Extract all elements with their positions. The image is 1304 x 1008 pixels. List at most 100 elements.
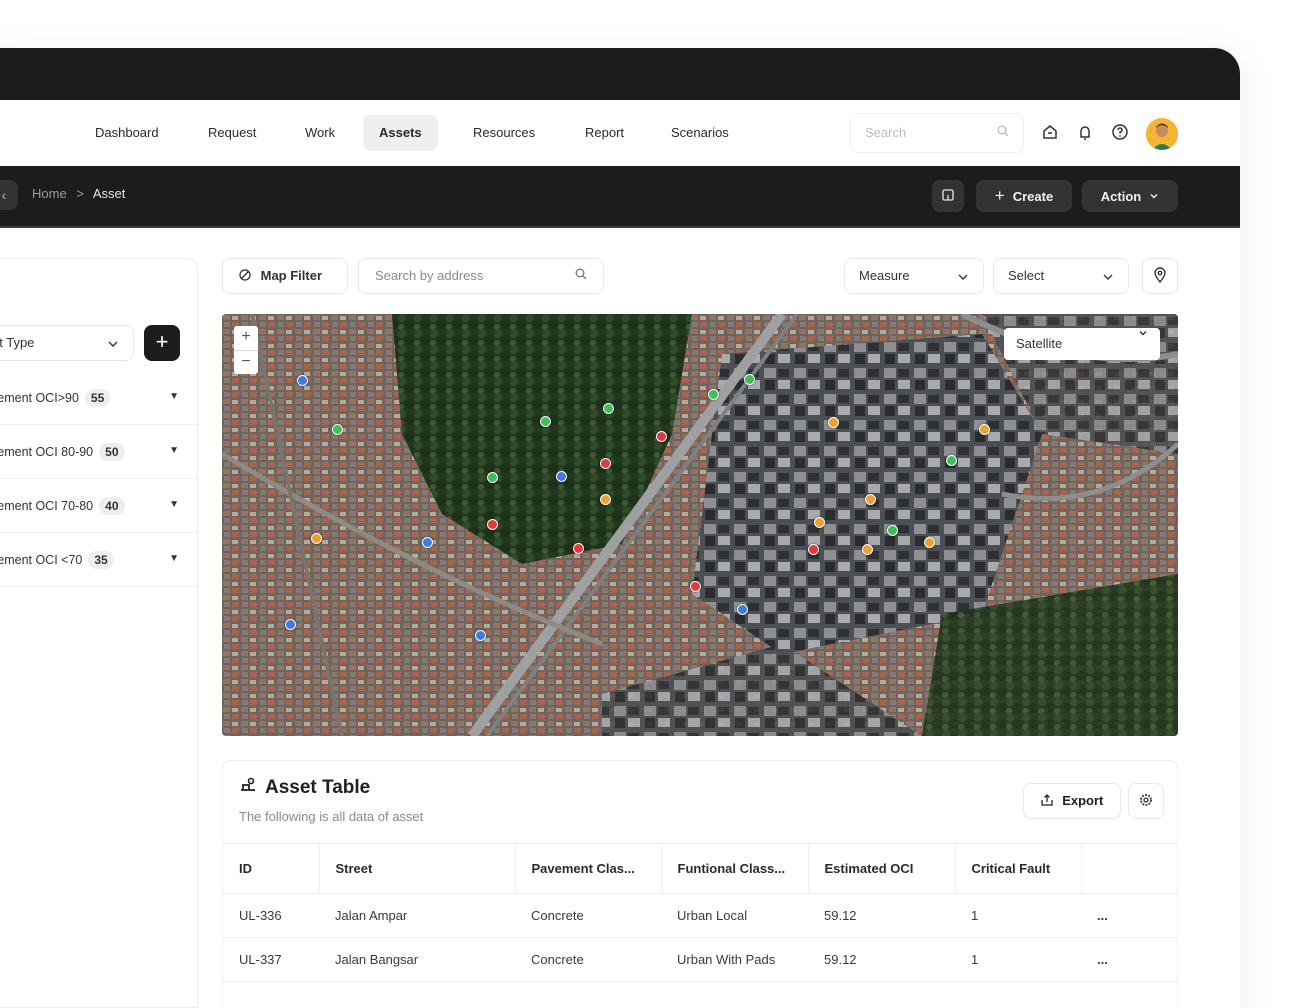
gear-icon (1139, 792, 1153, 809)
map-marker[interactable] (556, 471, 567, 482)
filter-row[interactable]: vement OCI 70-80 40 ▼ (0, 479, 199, 533)
satellite-map[interactable]: + − Satellite (222, 314, 1178, 736)
export-button[interactable]: Export (1023, 783, 1121, 819)
top-navigation: Dashboard Request Work Assets Resources … (0, 100, 1240, 166)
column-header-street[interactable]: Street (319, 843, 516, 894)
filter-count-badge: 55 (84, 389, 111, 407)
map-marker[interactable] (297, 375, 308, 386)
address-search-placeholder: Search by address (375, 268, 484, 283)
map-marker[interactable] (600, 458, 611, 469)
table-settings-button[interactable] (1128, 783, 1164, 819)
zoom-in-button[interactable]: + (234, 326, 258, 350)
map-layer-select[interactable]: Satellite (1004, 328, 1160, 360)
filter-row[interactable]: vement OCI>90 55 ▼ (0, 371, 199, 425)
map-layer-label: Satellite (1016, 336, 1063, 351)
nav-dashboard[interactable]: Dashboard (79, 115, 175, 151)
map-marker[interactable] (808, 544, 819, 555)
nav-resources[interactable]: Resources (457, 115, 551, 151)
map-marker[interactable] (656, 431, 667, 442)
chevron-down-icon (1102, 259, 1114, 293)
map-marker[interactable] (603, 403, 614, 414)
column-header-estimated-oci[interactable]: Estimated OCI (808, 843, 956, 894)
action-dropdown[interactable]: Action (1082, 180, 1178, 212)
nav-work[interactable]: Work (289, 115, 351, 151)
map-filter-label: Map Filter (260, 268, 323, 283)
caret-down-icon[interactable]: ▼ (169, 445, 179, 456)
app-window: Dashboard Request Work Assets Resources … (0, 48, 1240, 1008)
select-dropdown[interactable]: Select (993, 258, 1129, 294)
map-filter-button[interactable]: Map Filter (222, 258, 348, 294)
row-more-options-icon[interactable]: ... (1081, 937, 1177, 982)
inbox-icon[interactable] (1038, 120, 1062, 144)
column-header-id[interactable]: ID (223, 843, 320, 894)
map-marker[interactable] (573, 543, 584, 554)
nav-assets[interactable]: Assets (363, 115, 438, 151)
map-marker[interactable] (475, 630, 486, 641)
back-button[interactable]: ‹ (0, 180, 18, 210)
filter-row[interactable]: vement OCI <70 35 ▼ (0, 533, 199, 587)
row-more-options-icon[interactable]: ... (1081, 893, 1177, 938)
map-marker[interactable] (865, 494, 876, 505)
location-button[interactable] (1142, 258, 1178, 294)
map-marker[interactable] (540, 416, 551, 427)
map-marker[interactable] (828, 417, 839, 428)
filter-label: vement OCI 70-80 (0, 499, 94, 513)
user-avatar[interactable] (1146, 118, 1178, 150)
map-marker[interactable] (708, 389, 719, 400)
cell-estimated-oci: 59.12 (808, 893, 955, 938)
asset-table: ID Street Pavement Clas... Funtional Cla… (223, 843, 1177, 982)
help-icon[interactable] (1108, 120, 1132, 144)
export-icon (1040, 793, 1057, 808)
address-search-input[interactable]: Search by address (358, 258, 604, 294)
asset-table-subtitle: The following is all data of asset (239, 809, 424, 824)
column-header-pavement-class[interactable]: Pavement Clas... (515, 843, 662, 894)
bookmark-button[interactable] (932, 180, 964, 212)
caret-down-icon[interactable]: ▼ (169, 553, 179, 564)
breadcrumb: Home > Asset (32, 186, 125, 201)
global-search-placeholder: Search (865, 125, 907, 140)
cell-pavement-class: Concrete (515, 893, 661, 938)
column-header-actions (1081, 843, 1177, 894)
create-button[interactable]: + Create (976, 180, 1072, 212)
zoom-control: + − (234, 326, 258, 374)
breadcrumb-home[interactable]: Home (32, 186, 67, 201)
table-row[interactable]: UL-336 Jalan Ampar Concrete Urban Local … (223, 893, 1177, 938)
map-marker[interactable] (924, 537, 935, 548)
cell-functional-class: Urban With Pads (661, 937, 808, 982)
caret-down-icon[interactable]: ▼ (169, 391, 179, 402)
create-label: Create (1012, 188, 1054, 204)
map-marker[interactable] (737, 604, 748, 615)
map-marker[interactable] (285, 619, 296, 630)
map-marker[interactable] (862, 544, 873, 555)
cell-id: UL-336 (223, 893, 319, 938)
search-icon (997, 114, 1009, 152)
notification-icon[interactable] (1073, 120, 1097, 144)
map-marker[interactable] (600, 494, 611, 505)
nav-request[interactable]: Request (192, 115, 272, 151)
map-marker[interactable] (690, 581, 701, 592)
map-marker[interactable] (814, 517, 825, 528)
asset-type-select[interactable]: et Type (0, 325, 134, 361)
global-search-input[interactable]: Search (850, 113, 1024, 153)
caret-down-icon[interactable]: ▼ (169, 499, 179, 510)
map-marker[interactable] (487, 519, 498, 530)
map-marker[interactable] (946, 455, 957, 466)
table-row[interactable]: UL-337 Jalan Bangsar Concrete Urban With… (223, 937, 1177, 982)
map-marker[interactable] (422, 537, 433, 548)
map-marker[interactable] (487, 472, 498, 483)
map-marker[interactable] (332, 424, 343, 435)
nav-scenarios[interactable]: Scenarios (655, 115, 745, 151)
map-marker[interactable] (744, 374, 755, 385)
measure-dropdown[interactable]: Measure (844, 258, 984, 294)
add-asset-type-button[interactable]: + (144, 325, 180, 361)
map-marker[interactable] (979, 424, 990, 435)
map-marker[interactable] (887, 525, 898, 536)
asset-table-card: Asset Table The following is all data of… (222, 760, 1178, 1008)
map-marker[interactable] (311, 533, 322, 544)
nav-report[interactable]: Report (569, 115, 640, 151)
cell-estimated-oci: 59.12 (808, 937, 955, 982)
filter-row[interactable]: vement OCI 80-90 50 ▼ (0, 425, 199, 479)
zoom-out-button[interactable]: − (234, 350, 258, 374)
column-header-critical-fault[interactable]: Critical Fault (955, 843, 1082, 894)
column-header-functional-class[interactable]: Funtional Class... (661, 843, 809, 894)
